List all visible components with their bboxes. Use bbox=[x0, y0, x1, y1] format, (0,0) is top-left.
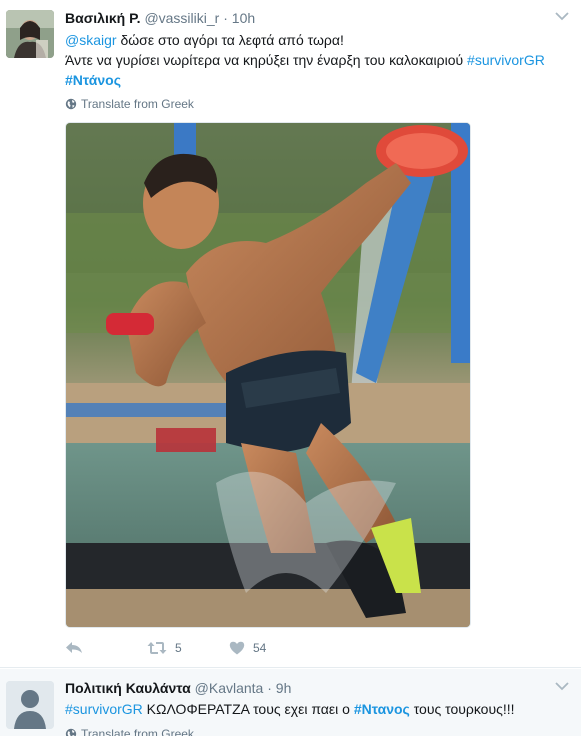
tweet-actions: 5 54 bbox=[65, 641, 266, 655]
chevron-down-icon[interactable] bbox=[555, 681, 569, 691]
tweet-photo[interactable] bbox=[65, 122, 471, 628]
tweet-header: Βασιλική Ρ. @vassiliki_r · 10h bbox=[65, 9, 255, 27]
hashtag-link[interactable]: #Ντανος bbox=[354, 701, 410, 717]
hashtag-link[interactable]: #survivorGR bbox=[65, 701, 143, 717]
tweet-line: #Ντάνος bbox=[65, 70, 570, 90]
reply-button[interactable] bbox=[65, 641, 147, 655]
separator-dot: · bbox=[267, 680, 272, 696]
default-avatar-icon bbox=[6, 681, 54, 729]
timestamp[interactable]: 10h bbox=[232, 10, 255, 26]
user-handle[interactable]: @vassiliki_r bbox=[144, 10, 219, 26]
heart-icon bbox=[229, 641, 245, 655]
photo-image bbox=[66, 123, 470, 627]
hashtag-link[interactable]: #Ντάνος bbox=[65, 72, 121, 88]
text-span: ΚΩΛΟΦΕΡΑΤΖΑ τους εχει παει ο bbox=[142, 701, 354, 717]
globe-icon bbox=[65, 728, 77, 736]
translate-label: Translate from Greek bbox=[81, 727, 194, 736]
translate-link[interactable]: Translate from Greek bbox=[65, 97, 194, 111]
avatar[interactable] bbox=[6, 681, 54, 729]
user-handle[interactable]: @Kavlanta bbox=[195, 680, 264, 696]
avatar-photo bbox=[6, 10, 54, 58]
globe-icon bbox=[65, 98, 77, 110]
timestamp[interactable]: 9h bbox=[276, 680, 292, 696]
text-span: Άντε να γυρίσει νωρίτερα να κηρύξει την … bbox=[65, 52, 468, 68]
like-count: 54 bbox=[253, 641, 267, 655]
tweet-text: #survivorGR ΚΩΛΟΦΕΡΑΤΖΑ τους εχει παει ο… bbox=[65, 699, 570, 719]
translate-label: Translate from Greek bbox=[81, 97, 194, 111]
mention-link[interactable]: @skaigr bbox=[65, 32, 117, 48]
chevron-down-icon[interactable] bbox=[555, 11, 569, 21]
retweet-button[interactable]: 5 bbox=[147, 641, 229, 655]
user-name[interactable]: Πολιτική Καυλάντα bbox=[65, 680, 191, 696]
tweet-line: Άντε να γυρίσει νωρίτερα να κηρύξει την … bbox=[65, 50, 570, 70]
tweet-line: @skaigr δώσε στο αγόρι τα λεφτά από τωρα… bbox=[65, 30, 570, 50]
tweet-text: @skaigr δώσε στο αγόρι τα λεφτά από τωρα… bbox=[65, 30, 570, 90]
tweet[interactable]: Βασιλική Ρ. @vassiliki_r · 10h @skaigr δ… bbox=[0, 0, 581, 668]
tweet-line: #survivorGR ΚΩΛΟΦΕΡΑΤΖΑ τους εχει παει ο… bbox=[65, 699, 570, 719]
text-span: δώσε στο αγόρι τα λεφτά από τωρα! bbox=[116, 32, 344, 48]
tweet-header: Πολιτική Καυλάντα @Kavlanta · 9h bbox=[65, 679, 291, 697]
separator-dot: · bbox=[223, 10, 228, 26]
like-button[interactable]: 54 bbox=[229, 641, 266, 655]
retweet-icon bbox=[147, 642, 167, 654]
translate-link[interactable]: Translate from Greek bbox=[65, 727, 194, 736]
retweet-count: 5 bbox=[175, 641, 182, 655]
avatar[interactable] bbox=[6, 10, 54, 58]
tweet[interactable]: Πολιτική Καυλάντα @Kavlanta · 9h #surviv… bbox=[0, 669, 581, 736]
hashtag-link[interactable]: #survivorGR bbox=[467, 52, 545, 68]
text-span: τους τουρκους!!! bbox=[409, 701, 515, 717]
user-name[interactable]: Βασιλική Ρ. bbox=[65, 10, 141, 26]
reply-icon bbox=[66, 642, 82, 653]
